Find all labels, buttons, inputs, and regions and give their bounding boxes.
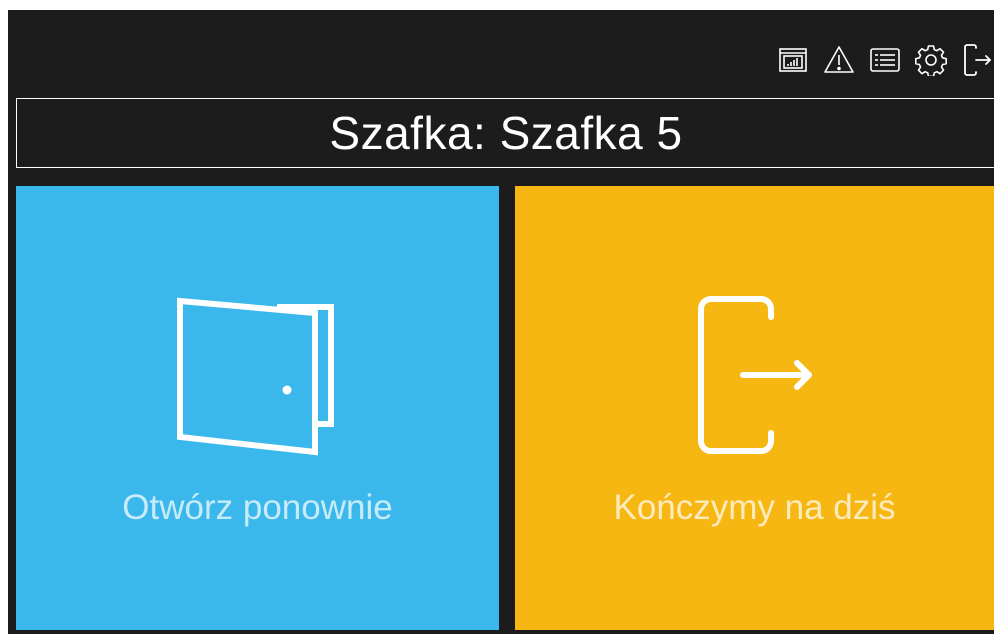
door-icon [176,297,334,456]
toolbar [776,40,994,80]
reopen-label: Otwórz ponownie [122,488,393,527]
settings-button[interactable] [914,43,948,77]
list-button[interactable] [868,43,902,77]
finish-label: Kończymy na dziś [613,488,896,527]
stats-button[interactable] [776,43,810,77]
page-title: Szafka: Szafka 5 [329,107,683,159]
logout-icon [964,44,991,76]
locker-screen: Szafka: Szafka 5 Otwórz ponownie Kończym… [8,10,994,634]
reopen-tile[interactable]: Otwórz ponownie [16,186,499,630]
stats-report-icon [779,48,807,72]
warning-icon [824,46,854,73]
list-icon [870,48,900,72]
logout-button[interactable] [960,43,994,77]
header-bar: Szafka: Szafka 5 [16,98,994,168]
finish-tile[interactable]: Kończymy na dziś [515,186,994,630]
alerts-button[interactable] [822,43,856,77]
exit-icon [697,296,812,454]
gear-icon [915,45,947,76]
